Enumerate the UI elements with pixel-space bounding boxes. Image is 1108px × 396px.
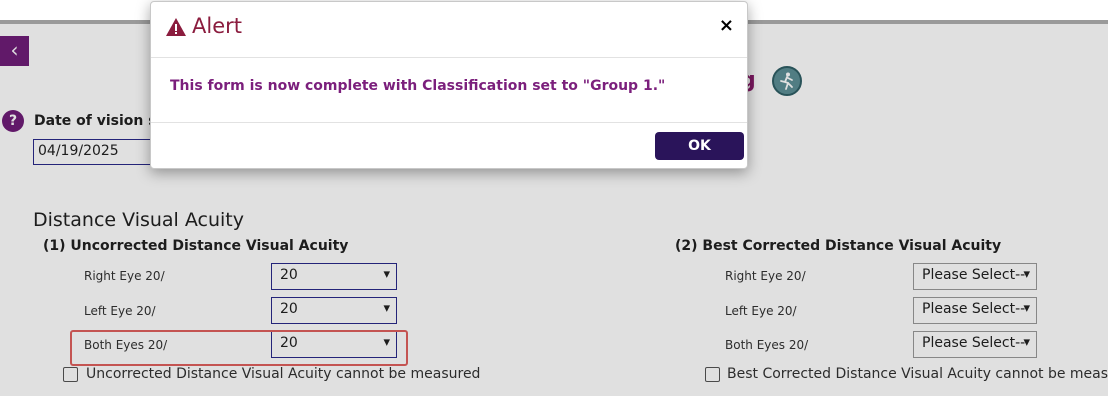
alert-header: Alert ×: [151, 2, 747, 58]
close-icon[interactable]: ×: [719, 15, 734, 36]
ok-button[interactable]: OK: [655, 132, 744, 160]
alert-dialog: Alert × This form is now complete with C…: [150, 1, 748, 169]
alert-footer-divider: [151, 122, 747, 123]
warning-icon: [166, 18, 186, 36]
alert-title: Alert: [192, 14, 242, 38]
alert-message: This form is now complete with Classific…: [170, 78, 666, 94]
